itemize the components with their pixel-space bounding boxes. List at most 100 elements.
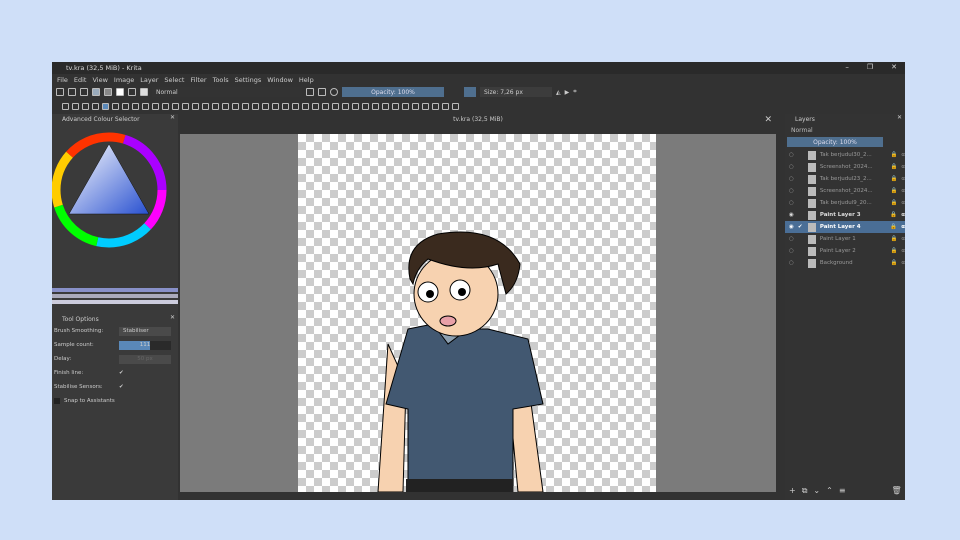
tool-icon[interactable] xyxy=(422,102,429,110)
tool-icon[interactable] xyxy=(412,102,419,110)
close-button[interactable]: ✕ xyxy=(891,63,897,71)
new-icon[interactable] xyxy=(56,88,64,96)
duplicate-layer-icon[interactable]: ⧉ xyxy=(802,486,808,496)
layer-row[interactable]: ○ Screenshot_2024... 🔒 α xyxy=(785,161,905,173)
tool-icon[interactable] xyxy=(322,102,329,110)
close-icon[interactable]: ✕ xyxy=(897,114,902,121)
canvas-area[interactable] xyxy=(180,134,776,493)
menu-filter[interactable]: Filter xyxy=(190,76,206,84)
tool-icon[interactable] xyxy=(282,102,289,110)
tool-icon[interactable] xyxy=(102,102,109,110)
tool-icon[interactable] xyxy=(222,102,229,110)
alpha-icon[interactable]: α xyxy=(901,176,905,182)
eye-hidden-icon[interactable]: ○ xyxy=(789,236,794,242)
layer-row[interactable]: ○ Paint Layer 2 🔒 α xyxy=(785,245,905,257)
eye-icon[interactable]: ◉ xyxy=(789,212,794,218)
lock-icon[interactable]: 🔒 xyxy=(890,224,897,230)
menu-view[interactable]: View xyxy=(92,76,107,84)
lock-icon[interactable]: 🔒 xyxy=(891,176,898,182)
save-icon[interactable] xyxy=(80,88,88,96)
colour-selector-wheel[interactable] xyxy=(51,124,178,312)
tool-icon[interactable] xyxy=(312,102,319,110)
size-slider[interactable]: Size: 7,26 px xyxy=(480,87,552,97)
close-canvas-icon[interactable]: ✕ xyxy=(764,114,772,126)
mirror-horizontal-icon[interactable]: ◭ xyxy=(556,89,561,96)
properties-icon[interactable]: ≡ xyxy=(839,486,846,496)
menu-settings[interactable]: Settings xyxy=(235,76,262,84)
reload-icon[interactable] xyxy=(330,88,338,96)
tool-icon[interactable] xyxy=(72,102,79,110)
layer-row[interactable]: ○ Paint Layer 1 🔒 α xyxy=(785,233,905,245)
tool-icon[interactable] xyxy=(142,102,149,110)
tool-icon[interactable] xyxy=(352,102,359,110)
tool-icon[interactable] xyxy=(92,102,99,110)
layer-row[interactable]: ○ Background 🔒 α xyxy=(785,257,905,269)
tool-icon[interactable] xyxy=(152,102,159,110)
menu-file[interactable]: File xyxy=(57,76,68,84)
finish-line-checkbox[interactable]: ✔ xyxy=(119,370,124,376)
alpha-icon[interactable]: α xyxy=(901,236,905,242)
alpha-icon[interactable]: α xyxy=(901,188,905,194)
tool-icon[interactable] xyxy=(302,102,309,110)
tool-icon[interactable] xyxy=(272,102,279,110)
layer-opacity-slider[interactable]: Opacity: 100% xyxy=(787,137,883,147)
open-icon[interactable] xyxy=(68,88,76,96)
tool-icon[interactable] xyxy=(242,102,249,110)
tool-icon[interactable] xyxy=(342,102,349,110)
tool-icon[interactable] xyxy=(232,102,239,110)
color-swatch[interactable] xyxy=(464,87,476,97)
layer-row[interactable]: ○ Tak berjudul9_20... 🔒 α xyxy=(785,197,905,209)
layer-blend-mode-select[interactable]: Normal xyxy=(787,126,887,135)
tool-icon[interactable] xyxy=(82,102,89,110)
brush-settings-icon[interactable] xyxy=(128,88,136,96)
add-layer-icon[interactable]: + xyxy=(789,486,796,496)
snap-to-assistants-checkbox[interactable]: Snap to Assistants xyxy=(52,394,178,408)
lock-icon[interactable]: 🔒 xyxy=(891,164,898,170)
lock-icon[interactable]: 🔒 xyxy=(891,236,898,242)
alpha-lock-icon[interactable] xyxy=(318,88,326,96)
brush-smoothing-select[interactable]: Stabiliser xyxy=(119,326,171,336)
move-down-icon[interactable]: ⌄ xyxy=(813,486,820,496)
alpha-icon[interactable]: α xyxy=(901,152,905,158)
menu-select[interactable]: Select xyxy=(164,76,184,84)
tool-icon[interactable] xyxy=(262,102,269,110)
eye-hidden-icon[interactable]: ○ xyxy=(789,260,794,266)
alpha-icon[interactable]: α xyxy=(901,224,905,230)
tool-icon[interactable] xyxy=(332,102,339,110)
tool-icon[interactable] xyxy=(372,102,379,110)
close-icon[interactable]: ✕ xyxy=(170,114,175,121)
tool-icon[interactable] xyxy=(432,102,439,110)
minimize-button[interactable]: – xyxy=(845,63,849,71)
opacity-slider[interactable]: Opacity: 100% xyxy=(342,87,444,97)
canvas-tab-title[interactable]: tv.kra (32,5 MiB) xyxy=(453,116,503,123)
sample-count-input[interactable]: 111 xyxy=(119,340,171,350)
eye-icon[interactable]: ◉ xyxy=(789,224,794,230)
menu-help[interactable]: Help xyxy=(299,76,314,84)
layer-row[interactable]: ○ Tak berjudul30_2... 🔒 α xyxy=(785,149,905,161)
layer-row[interactable]: ◉ ✔ Paint Layer 4 🔒 α xyxy=(785,221,905,233)
eye-hidden-icon[interactable]: ○ xyxy=(789,188,794,194)
tool-icon[interactable] xyxy=(122,102,129,110)
tool-icon[interactable] xyxy=(132,102,139,110)
wrap-icon[interactable]: ⌗ xyxy=(573,88,576,96)
canvas-paper[interactable] xyxy=(298,134,656,493)
lock-icon[interactable]: 🔒 xyxy=(891,260,898,266)
tool-icon[interactable] xyxy=(182,102,189,110)
eraser-icon[interactable] xyxy=(306,88,314,96)
eye-hidden-icon[interactable]: ○ xyxy=(789,164,794,170)
tool-icon[interactable] xyxy=(402,102,409,110)
tool-icon[interactable] xyxy=(62,102,69,110)
menu-window[interactable]: Window xyxy=(267,76,293,84)
delay-input[interactable]: 50 px xyxy=(119,354,171,364)
layer-row[interactable]: ◉ Paint Layer 3 🔒 α xyxy=(785,209,905,221)
tool-icon[interactable] xyxy=(392,102,399,110)
tool-icon[interactable] xyxy=(252,102,259,110)
blend-mode-select[interactable]: Normal xyxy=(152,87,302,97)
lock-icon[interactable]: 🔒 xyxy=(891,248,898,254)
alpha-icon[interactable]: α xyxy=(901,260,905,266)
menu-image[interactable]: Image xyxy=(114,76,134,84)
menu-edit[interactable]: Edit xyxy=(74,76,87,84)
eye-hidden-icon[interactable]: ○ xyxy=(789,152,794,158)
layer-row[interactable]: ○ Screenshot_2024... 🔒 α xyxy=(785,185,905,197)
lock-icon[interactable]: 🔒 xyxy=(891,200,898,206)
